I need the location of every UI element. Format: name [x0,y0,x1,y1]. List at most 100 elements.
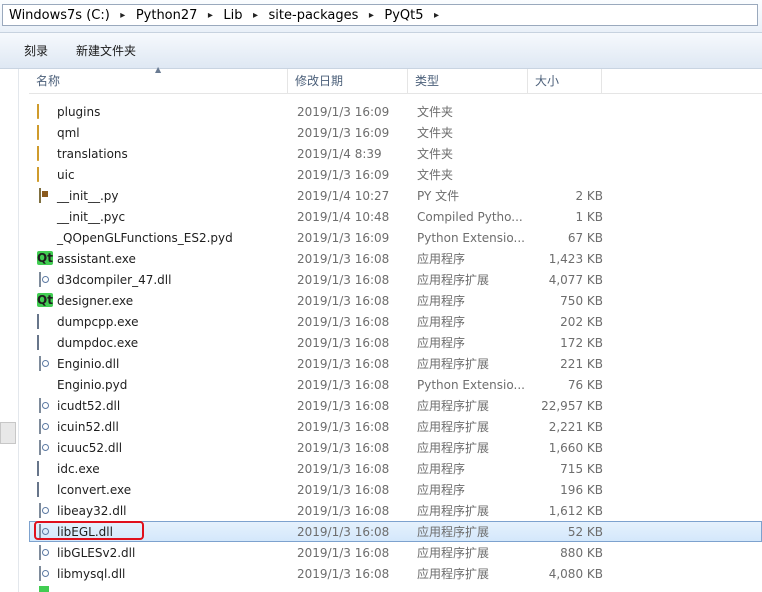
file-row[interactable]: icudt52.dll 2019/1/3 16:08 应用程序扩展 22,957 KB [29,395,762,416]
file-date: 2019/1/3 16:08 [297,251,390,266]
file-row[interactable]: _QOpenGLFunctions_ES2.pyd 2019/1/3 16:09 P… [29,227,762,248]
partial-list-item [29,586,762,592]
toolbar: 刻录 新建文件夹 [0,33,762,69]
file-row[interactable]: libEGL.dll 2019/1/3 16:08 应用程序扩展 52 KB [29,521,762,542]
file-size: 221 KB [560,356,603,371]
column-header-date[interactable]: 修改日期 [288,69,408,93]
breadcrumb-item[interactable]: Lib [217,8,248,23]
file-name: assistant.exe [57,251,136,266]
breadcrumb-item[interactable]: site-packages [263,8,365,23]
file-date: 2019/1/3 16:09 [297,104,390,119]
file-name-cell[interactable]: plugins [29,103,285,120]
file-size: 1 KB [575,209,603,224]
breadcrumb-arrow-icon[interactable]: ▸ [203,10,217,21]
file-row[interactable]: __init__.pyc 2019/1/4 10:48 Compiled Pytho… [29,206,762,227]
breadcrumb-arrow-icon[interactable]: ▸ [364,10,378,21]
qt-icon: Qt [37,250,53,265]
file-row[interactable]: plugins 2019/1/3 16:09 文件夹 [29,101,762,122]
file-name-cell[interactable]: icuin52.dll [29,418,285,435]
file-name-cell[interactable]: __init__.py [29,187,285,204]
file-type: 文件夹 [417,126,454,140]
breadcrumb-item[interactable]: Windows7s (C:) [3,8,116,23]
file-row[interactable]: uic 2019/1/3 16:09 文件夹 [29,164,762,185]
file-size: 202 KB [560,314,603,329]
file-name-cell[interactable]: dumpcpp.exe [29,313,285,330]
file-name-cell[interactable]: __init__.pyc [29,209,285,225]
file-type: 文件夹 [417,105,454,119]
file-name: qml [57,125,80,140]
file-name-cell[interactable]: qml [29,124,285,141]
exe-icon [37,334,53,351]
file-name-cell[interactable]: Enginio.dll [29,355,285,372]
file-name-cell[interactable]: libEGL.dll [29,523,285,540]
file-row[interactable]: Qt assistant.exe 2019/1/3 16:08 应用程序 1,423 K… [29,248,762,269]
burn-button[interactable]: 刻录 [12,42,60,59]
file-size: 750 KB [560,293,603,308]
breadcrumb-arrow-icon[interactable]: ▸ [116,10,130,21]
file-name-cell[interactable]: uic [29,166,285,183]
file-name-cell[interactable]: icuuc52.dll [29,439,285,456]
nav-pane-scrollbar-thumb[interactable] [0,422,16,444]
file-row[interactable]: lconvert.exe 2019/1/3 16:08 应用程序 196 KB [29,479,762,500]
file-row[interactable]: d3dcompiler_47.dll 2019/1/3 16:08 应用程序扩展 4,… [29,269,762,290]
breadcrumb-arrow-icon[interactable]: ▸ [249,10,263,21]
column-header-type[interactable]: 类型 [408,69,528,93]
file-name-cell[interactable]: Qt assistant.exe [29,250,285,267]
file-date: 2019/1/4 8:39 [297,146,382,161]
file-type: 应用程序扩展 [417,546,490,560]
file-row[interactable]: dumpdoc.exe 2019/1/3 16:08 应用程序 172 KB [29,332,762,353]
file-name-cell[interactable]: _QOpenGLFunctions_ES2.pyd [29,230,285,246]
file-name-cell[interactable]: Qt designer.exe [29,292,285,309]
file-name-cell[interactable]: dumpdoc.exe [29,334,285,351]
file-name: libmysql.dll [57,566,126,581]
file-row[interactable]: Enginio.pyd 2019/1/3 16:08 Python Extensio… [29,374,762,395]
file-row[interactable]: Enginio.dll 2019/1/3 16:08 应用程序扩展 221 KB [29,353,762,374]
file-row[interactable]: __init__.py 2019/1/4 10:27 PY 文件 2 KB [29,185,762,206]
file-name-cell[interactable]: translations [29,145,285,162]
file-row[interactable]: libGLESv2.dll 2019/1/3 16:08 应用程序扩展 880 KB [29,542,762,563]
breadcrumb-item[interactable]: PyQt5 [378,8,429,23]
file-name-cell[interactable]: libmysql.dll [29,565,285,582]
file-date: 2019/1/3 16:08 [297,314,390,329]
file-date: 2019/1/3 16:08 [297,293,390,308]
address-bar: Windows7s (C:) ▸ Python27 ▸ Lib ▸ site-package… [0,0,762,33]
file-name: icuuc52.dll [57,440,123,455]
file-date: 2019/1/3 16:08 [297,524,390,539]
column-header-name[interactable]: ▲ 名称 [29,66,288,93]
breadcrumb[interactable]: Windows7s (C:) ▸ Python27 ▸ Lib ▸ site-package… [2,4,758,26]
file-row[interactable]: Qt designer.exe 2019/1/3 16:08 应用程序 750 KB [29,290,762,311]
file-name-cell[interactable]: Enginio.pyd [29,377,285,393]
file-name: libGLESv2.dll [57,545,136,560]
file-name-cell[interactable]: idc.exe [29,460,285,477]
file-name: libeay32.dll [57,503,127,518]
file-type: 应用程序 [417,336,466,350]
file-name-cell[interactable]: d3dcompiler_47.dll [29,271,285,288]
file-size: 172 KB [560,335,603,350]
file-row[interactable]: translations 2019/1/4 8:39 文件夹 [29,143,762,164]
file-row[interactable]: idc.exe 2019/1/3 16:08 应用程序 715 KB [29,458,762,479]
file-name: icuin52.dll [57,419,119,434]
file-row[interactable]: libmysql.dll 2019/1/3 16:08 应用程序扩展 4,080 KB [29,563,762,584]
file-size: 715 KB [560,461,603,476]
file-row[interactable]: qml 2019/1/3 16:09 文件夹 [29,122,762,143]
breadcrumb-arrow-icon[interactable]: ▸ [430,10,444,21]
file-size: 196 KB [560,482,603,497]
file-row[interactable]: libeay32.dll 2019/1/3 16:08 应用程序扩展 1,612 KB [29,500,762,521]
file-type: Python Extensio... [417,230,525,245]
file-date: 2019/1/3 16:08 [297,272,390,287]
file-name-cell[interactable]: libGLESv2.dll [29,544,285,561]
column-header-size[interactable]: 大小 [528,69,602,93]
navigation-pane[interactable] [0,69,19,592]
file-name: __init__.py [57,188,119,203]
file-size: 1,612 KB [548,503,603,518]
file-name-cell[interactable]: icudt52.dll [29,397,285,414]
file-row[interactable]: dumpcpp.exe 2019/1/3 16:08 应用程序 202 KB [29,311,762,332]
file-date: 2019/1/3 16:08 [297,566,390,581]
file-type: 应用程序扩展 [417,525,490,539]
file-row[interactable]: icuuc52.dll 2019/1/3 16:08 应用程序扩展 1,660 KB [29,437,762,458]
file-row[interactable]: icuin52.dll 2019/1/3 16:08 应用程序扩展 2,221 KB [29,416,762,437]
breadcrumb-item[interactable]: Python27 [130,8,204,23]
file-name-cell[interactable]: libeay32.dll [29,502,285,519]
new-folder-button[interactable]: 新建文件夹 [64,42,148,59]
file-name-cell[interactable]: lconvert.exe [29,481,285,498]
